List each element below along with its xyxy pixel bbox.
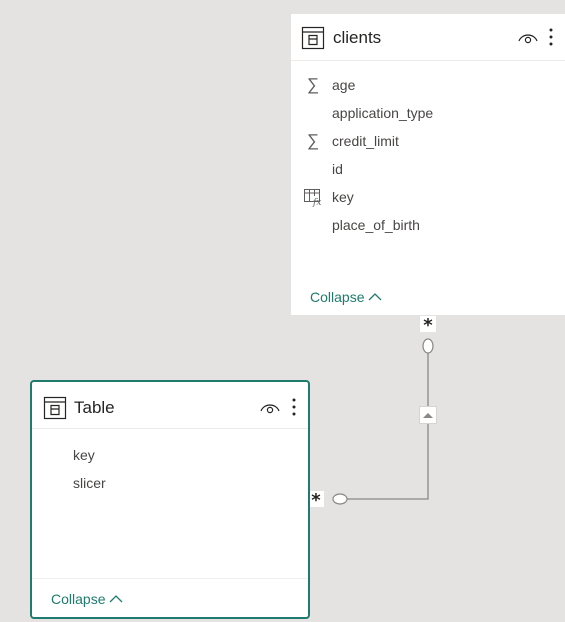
field-row-key[interactable]: fx key [291,183,565,211]
field-label: place_of_birth [332,217,420,233]
field-row-slicer[interactable]: slicer [32,469,308,497]
table-card-table[interactable]: Table key slicer Collapse [30,380,310,619]
chevron-up-icon [110,595,123,603]
field-label: key [73,447,95,463]
sigma-icon: ∑ [306,131,320,150]
field-row-id[interactable]: id [291,155,565,183]
collapse-button[interactable]: Collapse [310,289,382,305]
divider [32,578,308,579]
collapse-button[interactable]: Collapse [51,591,123,607]
field-row-age[interactable]: ∑ age [291,71,565,99]
triangle-up-icon [423,413,433,418]
filter-direction-arrow[interactable] [419,406,437,424]
field-row-key[interactable]: key [32,441,308,469]
card-header: clients [291,14,565,61]
field-row-credit-limit[interactable]: ∑ credit_limit [291,127,565,155]
card-header: Table [32,382,308,429]
chevron-up-icon [369,293,382,301]
field-label: credit_limit [332,133,399,149]
table-icon [43,396,67,420]
field-row-place-of-birth[interactable]: place_of_birth [291,211,565,239]
sigma-icon: ∑ [306,75,320,94]
eye-icon[interactable] [260,401,280,415]
field-label: application_type [332,105,434,121]
collapse-label: Collapse [310,289,365,305]
table-icon [301,26,325,50]
collapse-label: Collapse [51,591,106,607]
more-options-icon[interactable] [291,397,297,417]
field-label: age [332,77,356,93]
table-title: clients [333,28,382,47]
eye-icon[interactable] [518,31,538,45]
table-title: Table [74,398,115,417]
cardinality-many-marker-clients: * [420,316,436,336]
field-label: slicer [73,475,106,491]
field-label: id [332,161,343,177]
field-row-application-type[interactable]: application_type [291,99,565,127]
field-label: key [332,189,354,205]
table-card-clients[interactable]: clients ∑ age application_type ∑ credit_… [291,14,565,315]
svg-text:fx: fx [312,198,321,207]
more-options-icon[interactable] [548,27,554,47]
calculated-column-icon: fx [304,189,321,207]
cardinality-many-marker-table: * [308,491,324,511]
